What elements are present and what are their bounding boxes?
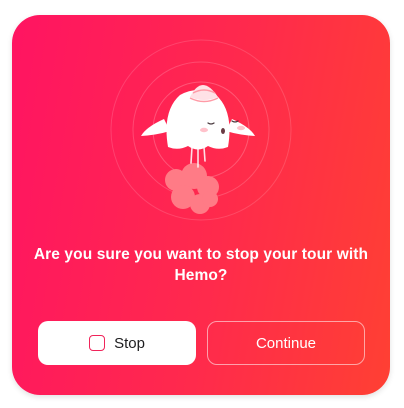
- rocket-ghost-icon: [110, 39, 292, 221]
- continue-button[interactable]: Continue: [207, 321, 365, 365]
- continue-button-label: Continue: [255, 334, 317, 352]
- stop-button[interactable]: Stop: [38, 321, 196, 365]
- checkbox-icon[interactable]: [89, 335, 106, 351]
- stop-button-label: Stop: [114, 334, 145, 352]
- confirm-message: Are you sure you want to stop your tour …: [33, 246, 369, 284]
- confirm-dialog: Are you sure you want to stop your tour …: [12, 15, 390, 395]
